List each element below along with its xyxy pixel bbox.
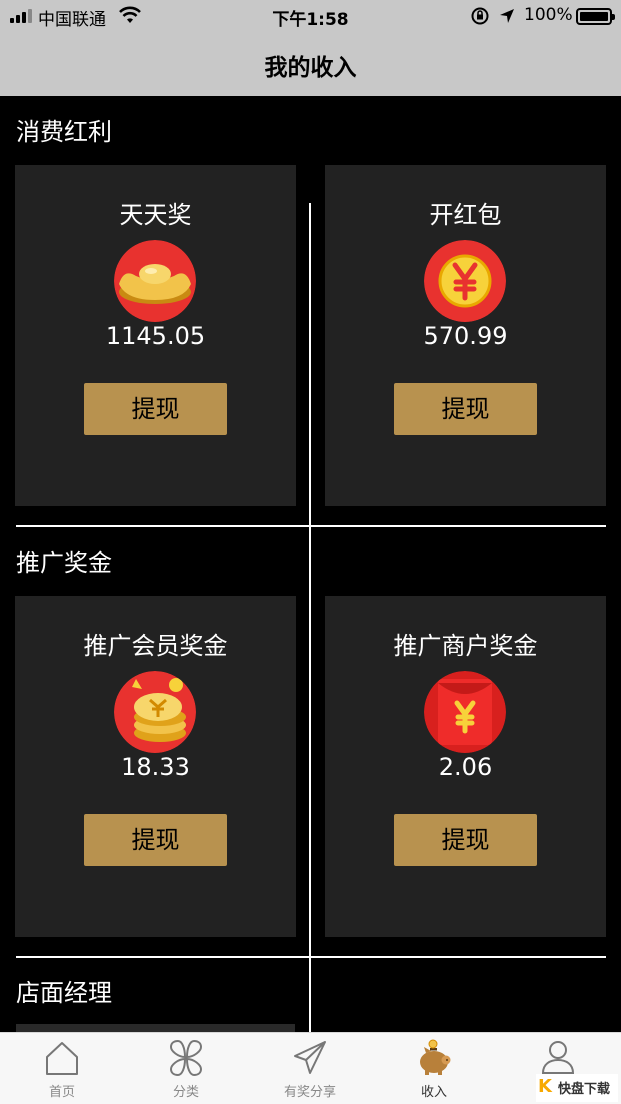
- card-title: 开红包: [429, 201, 502, 229]
- income-card-red-packet: 开红包 570.99 提现: [325, 165, 606, 506]
- withdraw-button[interactable]: 提现: [394, 814, 537, 866]
- gold-ingot-icon: [114, 240, 196, 322]
- profile-icon: [541, 1041, 575, 1074]
- store-manager-card: [16, 1024, 295, 1032]
- vertical-divider: [309, 203, 311, 1033]
- piggy-bank-icon: [420, 1039, 451, 1075]
- withdraw-button[interactable]: 提现: [84, 814, 227, 866]
- tab-category[interactable]: 分类: [124, 1033, 248, 1104]
- home-icon: [46, 1042, 78, 1075]
- page-title: 我的收入: [264, 55, 357, 81]
- battery-percent: 100%: [524, 5, 573, 25]
- coin-stack-icon: [114, 671, 196, 753]
- section-title-store-manager: 店面经理: [16, 979, 112, 1007]
- card-title: 推广会员奖金: [83, 632, 228, 660]
- battery-icon: [576, 8, 615, 25]
- income-card-daily-reward: 天天奖 1145.05 提现: [15, 165, 296, 506]
- section-divider: [16, 525, 606, 527]
- tab-label: 有奖分享: [283, 1085, 336, 1100]
- withdraw-button[interactable]: 提现: [84, 383, 227, 435]
- top-bar: 中国联通 下午1:58 100% 我的收入: [0, 0, 621, 96]
- tab-label: 收入: [420, 1085, 447, 1100]
- section-title-consumption-bonus: 消费红利: [16, 118, 112, 146]
- orientation-lock-icon: [471, 7, 489, 25]
- status-bar: 中国联通 下午1:58 100%: [0, 0, 621, 32]
- section-title-promotion-bonus: 推广奖金: [16, 549, 112, 577]
- card-amount: 18.33: [121, 753, 190, 781]
- tab-bar: 首页 分类 有奖分享 收入: [0, 1032, 621, 1104]
- card-amount: 1145.05: [105, 322, 206, 350]
- card-title: 天天奖: [119, 201, 192, 229]
- card-amount: 2.06: [438, 753, 493, 781]
- section-divider: [16, 956, 606, 958]
- tab-home[interactable]: 首页: [0, 1033, 124, 1104]
- watermark-logo: K 快盘下载: [536, 1074, 618, 1102]
- card-title: 推广商户奖金: [393, 632, 538, 660]
- income-card-merchant-promotion: 推广商户奖金 2.06 提现: [325, 596, 606, 937]
- share-plane-icon: [294, 1041, 326, 1074]
- withdraw-button[interactable]: 提现: [394, 383, 537, 435]
- income-card-member-promotion: 推广会员奖金 18.33 提现: [15, 596, 296, 937]
- card-amount: 570.99: [423, 322, 508, 350]
- location-arrow-icon: [500, 9, 514, 23]
- red-envelope-icon: [424, 671, 506, 753]
- tab-label: 首页: [48, 1085, 75, 1100]
- tab-income[interactable]: 收入: [372, 1033, 496, 1104]
- tab-label: 分类: [172, 1085, 199, 1100]
- category-icon: [169, 1039, 203, 1077]
- yuan-coin-icon: [424, 240, 506, 322]
- tab-share[interactable]: 有奖分享: [248, 1033, 372, 1104]
